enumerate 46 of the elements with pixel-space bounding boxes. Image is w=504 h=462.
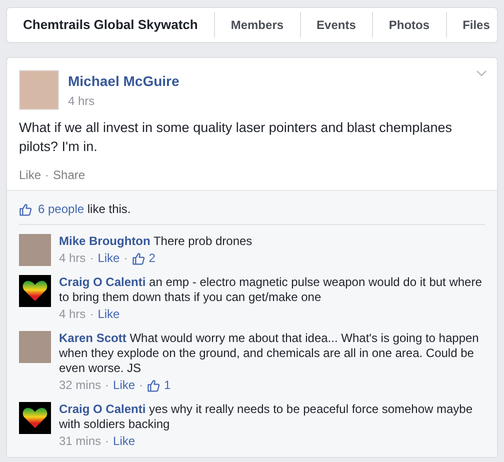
- avatar-photo: [19, 234, 51, 266]
- commenter-name[interactable]: Craig O Calenti: [59, 402, 146, 416]
- comment-time: 31 mins: [59, 434, 102, 449]
- comment-time: 32 mins: [59, 378, 102, 393]
- author-name[interactable]: Michael McGuire: [68, 72, 180, 90]
- separator-dot: ·: [45, 167, 50, 184]
- separator-dot: ·: [105, 378, 110, 393]
- group-title: Chemtrails Global Skywatch: [22, 16, 199, 34]
- comment-time: 4 hrs: [59, 251, 86, 266]
- post-text: What if we all invest in some quality laser pointers and blast chemplanes pilots? I'm in.: [19, 119, 453, 156]
- thumbs-up-icon: [19, 202, 32, 216]
- comment-text: Mike Broughton There prob drones: [59, 234, 252, 249]
- post-action-link[interactable]: Share: [53, 166, 86, 184]
- avatar-image: [19, 275, 51, 307]
- group-tab[interactable]: Photos: [388, 16, 430, 34]
- thumbs-up-icon: [147, 379, 160, 392]
- comment-like-link[interactable]: Like: [98, 251, 120, 266]
- comment-like-link[interactable]: Like: [98, 307, 120, 322]
- comment-like-link[interactable]: Like: [113, 434, 136, 449]
- comment-like-count[interactable]: 2: [148, 251, 156, 266]
- separator-dot: ·: [139, 378, 144, 393]
- comment-like-link[interactable]: Like: [113, 378, 136, 393]
- avatar-photo: [19, 331, 51, 363]
- post-time: 4 hrs: [68, 93, 96, 110]
- avatar-image: [19, 402, 51, 434]
- comment-text: Craig O Calenti an emp - electro magnetic pulse weapon would do it but where to bring them down thats if you can get/make one: [59, 275, 483, 305]
- separator-dot: ·: [90, 307, 94, 322]
- group-tab[interactable]: Events: [316, 16, 356, 34]
- comment-time: 4 hrs: [59, 307, 86, 322]
- comment-like-count[interactable]: 1: [164, 378, 171, 393]
- group-tab[interactable]: Files: [462, 16, 490, 34]
- chevron-down-icon[interactable]: [476, 70, 487, 77]
- likes-summary: 6 people like this.: [38, 201, 131, 218]
- author-avatar-photo: [19, 70, 59, 110]
- likes-link[interactable]: 6 people: [38, 202, 84, 216]
- commenter-name[interactable]: Craig O Calenti: [59, 275, 146, 289]
- separator-dot: ·: [124, 251, 128, 266]
- commenter-name[interactable]: Karen Scott: [59, 331, 126, 345]
- comment-text: Karen Scott What would worry me about that idea... What's is going to happen when they explode on the ground, and chemicals are all in one area. Could be even worse. JS: [59, 331, 480, 376]
- separator-dot: ·: [105, 434, 110, 449]
- thumbs-up-icon: [132, 252, 145, 265]
- group-tab[interactable]: Members: [230, 16, 284, 34]
- comment-text: Craig O Calenti yes why it really needs to be peaceful force somehow maybe with soldiers backing: [59, 402, 474, 432]
- commenter-name[interactable]: Mike Broughton: [59, 234, 150, 248]
- post-action-link[interactable]: Like: [19, 166, 42, 184]
- separator-dot: ·: [90, 251, 94, 266]
